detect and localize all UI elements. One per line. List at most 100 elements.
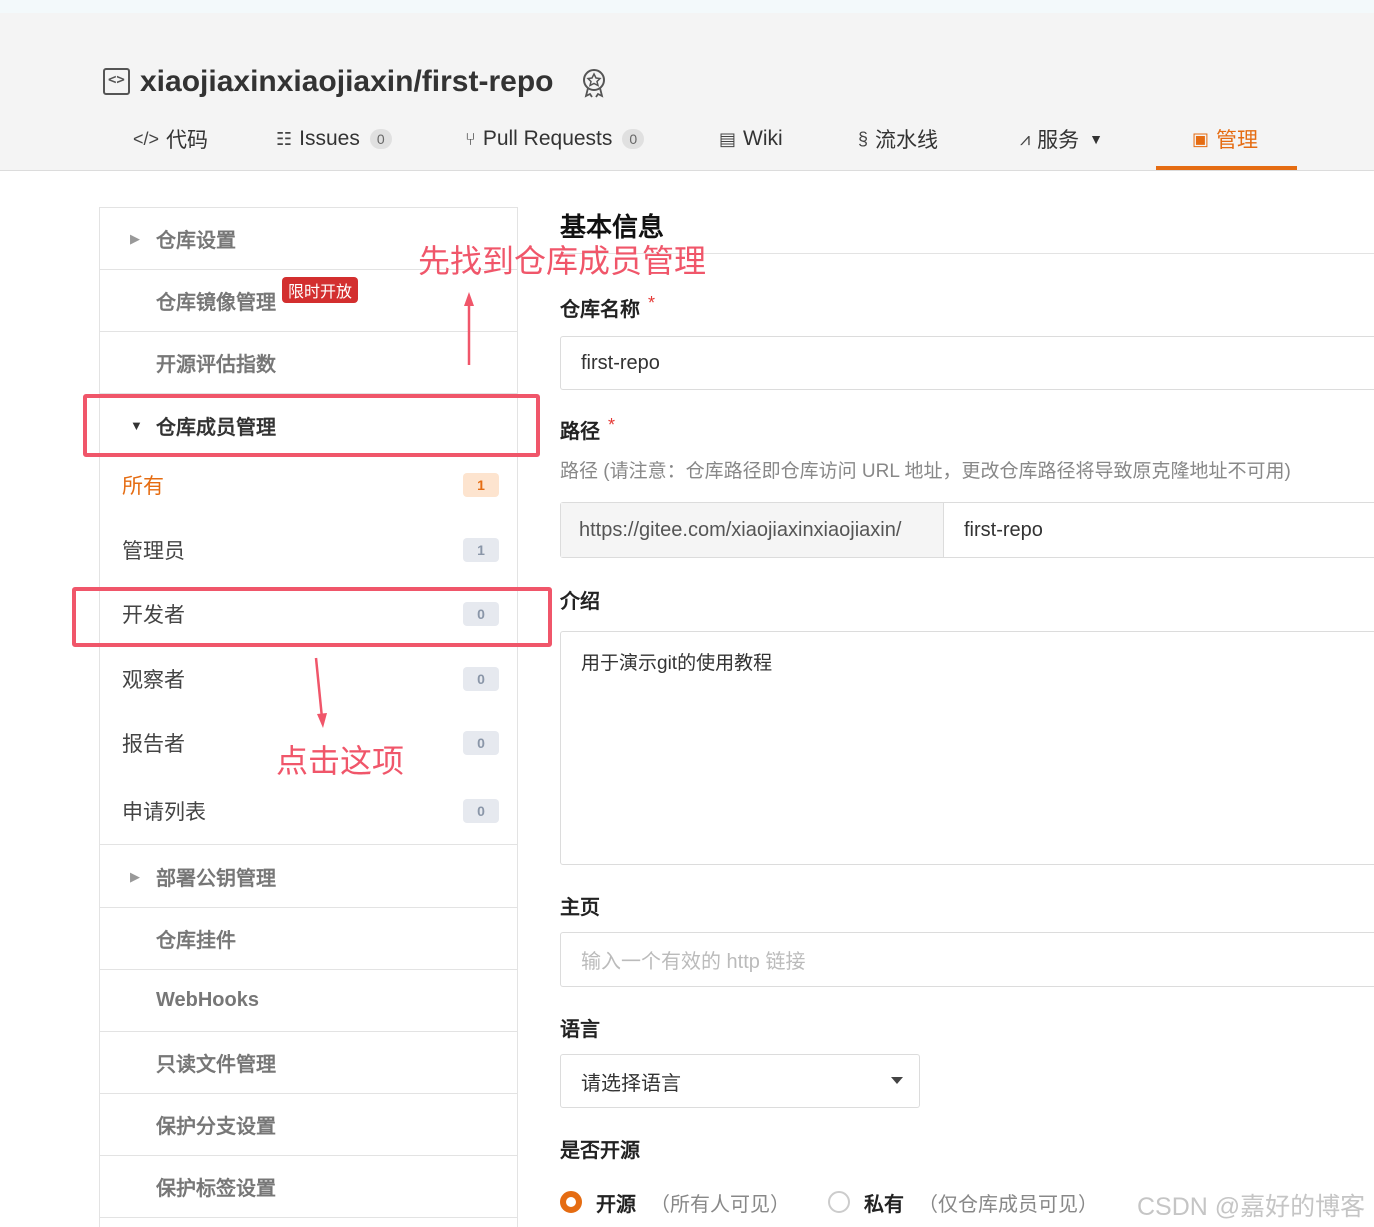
member-count-badge: 1 [463,473,499,497]
visibility-radio-group: 开源 （所有人可见） 私有 （仅仓库成员可见） [560,1186,1136,1218]
csdn-watermark: CSDN @嘉好的博客 [1137,1193,1366,1221]
sidebar-item-webhooks[interactable]: WebHooks [100,970,517,1032]
tab-pipeline-label: 流水线 [875,129,939,152]
limited-open-badge: 限时开放 [282,277,359,303]
tab-manage-label: 管理 [1216,129,1259,152]
sidebar-item-label: 开源评估指数 [156,354,276,376]
tab-issues[interactable]: ☷ Issues 0 [276,108,392,170]
member-filter-label: 观察者 [122,669,185,692]
path-value: first-repo [964,518,1043,541]
open-source-label: 是否开源 [560,1140,640,1162]
path-label-text: 路径 [560,421,600,443]
private-option-label: 私有 [864,1193,904,1216]
required-mark: * [608,415,616,435]
tab-pull-requests[interactable]: ⑂ Pull Requests 0 [465,108,645,170]
caret-right-icon: ▶ [130,868,140,884]
tab-code[interactable]: </> 代码 [133,108,208,170]
sidebar-item-label: 保护标签设置 [156,1178,276,1200]
sidebar-item-label: 仓库挂件 [156,930,236,952]
intro-textarea[interactable]: 用于演示git的使用教程 [560,631,1374,865]
open-source-option-label: 开源 [596,1193,636,1216]
member-filter-admin[interactable]: 管理员 1 [100,519,517,581]
tab-service-label: 服务 [1037,129,1080,152]
repo-name-value: first-repo [581,351,660,374]
tab-wiki-label: Wiki [743,127,783,150]
pull-request-icon: ⑂ [465,128,476,149]
tab-pipeline[interactable]: § 流水线 [858,108,938,170]
member-count-badge: 1 [463,538,499,562]
language-label: 语言 [560,1019,600,1041]
path-prefix: https://gitee.com/xiaojiaxinxiaojiaxin/ [561,503,944,557]
repo-name-label-text: 仓库名称 [560,299,640,321]
repo-title[interactable]: xiaojiaxinxiaojiaxin/first-repo [140,65,553,99]
active-tab-underline [1156,166,1297,170]
member-filter-applications[interactable]: 申请列表 0 [100,777,517,845]
homepage-label: 主页 [560,897,600,919]
sidebar-item-label: 仓库镜像管理 [156,292,276,314]
private-hint: （仅仓库成员可见） [918,1193,1098,1216]
homepage-placeholder: 输入一个有效的 http 链接 [581,951,806,973]
sidebar-item-oss-index[interactable]: 开源评估指数 [100,332,517,394]
repo-name-input[interactable]: first-repo [560,336,1374,390]
member-filter-label: 所有 [122,475,164,498]
radio-open-source[interactable] [560,1191,582,1213]
intro-label: 介绍 [560,591,600,613]
annotation-box-developer [72,587,552,647]
annotation-box-members [83,394,540,457]
sidebar-item-label: 只读文件管理 [156,1054,276,1076]
language-select[interactable]: 请选择语言 [560,1054,920,1108]
tab-service[interactable]: ⩘ 服务 ▼ [1020,108,1103,170]
tab-pull-requests-label: Pull Requests [482,127,613,150]
tab-code-label: 代码 [166,129,209,152]
member-count-badge: 0 [463,731,499,755]
pipeline-icon: § [858,128,869,149]
path-hint: 路径 (请注意：仓库路径即仓库访问 URL 地址，更改仓库路径将导致原克隆地址不… [560,461,1291,482]
member-count-badge: 0 [463,667,499,691]
member-filter-label: 报告者 [122,733,185,756]
repo-name-label: 仓库名称 * [560,293,655,322]
member-filter-label: 申请列表 [122,800,206,824]
issues-count-badge: 0 [369,129,392,149]
sidebar-item-protected-tags[interactable]: 保护标签设置 [100,1156,517,1218]
path-label: 路径 * [560,415,615,444]
open-source-hint: （所有人可见） [650,1193,790,1216]
repo-tabs: </> 代码 ☷ Issues 0 ⑂ Pull Requests 0 ▤ Wi… [0,108,1374,170]
member-filter-label: 管理员 [122,540,185,563]
award-badge-icon[interactable] [580,68,608,98]
sidebar-item-plugins[interactable]: 仓库挂件 [100,908,517,970]
sidebar-item-label: 部署公钥管理 [156,868,276,890]
member-filter-observer[interactable]: 观察者 0 [100,648,517,710]
sidebar-item-readonly-files[interactable]: 只读文件管理 [100,1032,517,1094]
intro-value: 用于演示git的使用教程 [581,653,773,674]
sidebar-item-deploy-keys[interactable]: ▶ 部署公钥管理 [100,846,517,908]
path-field-group: https://gitee.com/xiaojiaxinxiaojiaxin/ … [560,502,1374,558]
top-strip [0,0,1374,13]
member-count-badge: 0 [463,798,499,823]
annotation-find-members: 先找到仓库成员管理 [418,243,707,279]
chevron-down-icon: ▼ [1089,131,1104,147]
member-filter-all[interactable]: 所有 1 [100,454,517,516]
tab-manage[interactable]: ▣ 管理 [1192,108,1258,170]
service-icon: ⩘ [1020,128,1031,149]
code-icon: </> [133,128,160,149]
settings-sidebar: ▶ 仓库设置 仓库镜像管理 限时开放 开源评估指数 ▼ 仓库成员管理 所有 1 … [99,207,518,1227]
radio-private[interactable] [828,1191,850,1213]
caret-right-icon: ▶ [130,230,140,246]
sidebar-item-protected-branches[interactable]: 保护分支设置 [100,1094,517,1156]
sidebar-item-label: 仓库设置 [156,230,236,252]
tab-wiki[interactable]: ▤ Wiki [719,108,783,170]
path-input[interactable]: first-repo [944,503,1374,557]
issues-icon: ☷ [276,128,293,149]
manage-icon: ▣ [1192,128,1210,149]
homepage-input[interactable]: 输入一个有效的 http 链接 [560,932,1374,987]
annotation-click-this: 点击这项 [276,743,405,779]
sidebar-item-label: 保护分支设置 [156,1116,276,1138]
language-value: 请选择语言 [581,1072,681,1095]
tab-issues-label: Issues [299,127,360,150]
dropdown-arrow-icon [891,1077,903,1084]
repo-code-icon [103,68,130,95]
pull-requests-count-badge: 0 [622,129,645,149]
wiki-icon: ▤ [719,128,737,149]
required-mark: * [648,293,656,313]
sidebar-item-label: WebHooks [156,989,259,1011]
